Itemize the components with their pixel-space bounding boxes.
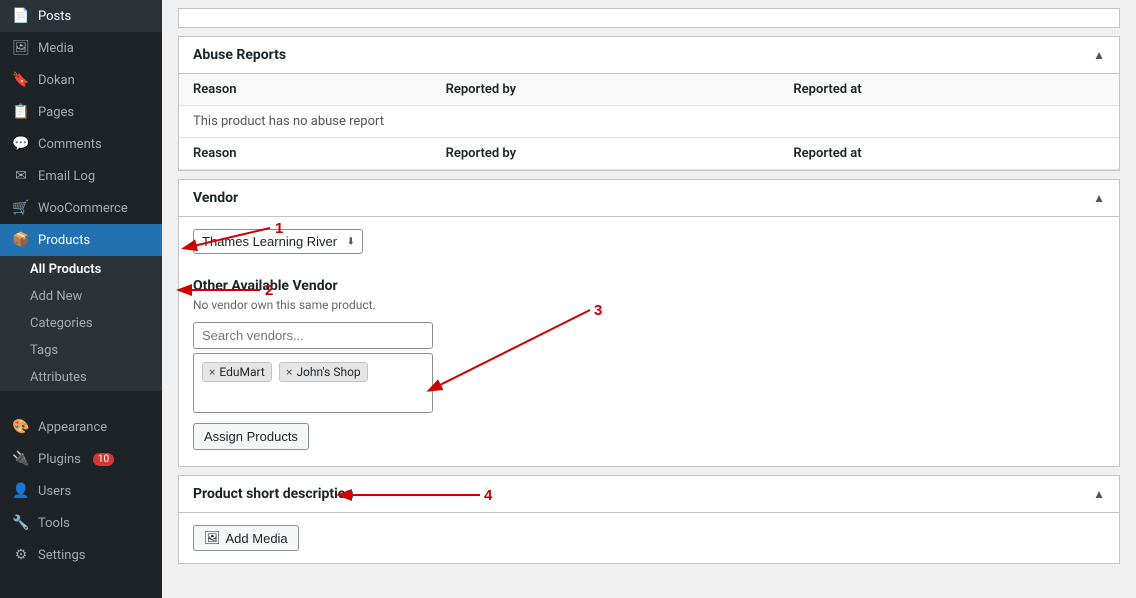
sidebar-item-posts[interactable]: 📄 Posts xyxy=(0,0,162,32)
tag-input-field[interactable] xyxy=(200,384,260,403)
other-vendor-subtext: No vendor own this same product. xyxy=(193,298,1105,312)
plugins-icon: 🔌 xyxy=(12,451,30,467)
sidebar-item-email-log[interactable]: ✉ Email Log xyxy=(0,160,162,192)
tag-edumart[interactable]: × EduMart xyxy=(202,362,272,382)
add-media-icon: 🖼 xyxy=(204,530,221,546)
abuse-col-reported-by-1: Reported by xyxy=(432,74,780,106)
dokan-icon: 🔖 xyxy=(12,72,30,88)
vendor-body: Thames Learning River EduMart John's Sho… xyxy=(179,217,1119,266)
main-content: Abuse Reports ▲ Reason Reported by Repor… xyxy=(162,0,1136,598)
woocommerce-icon: 🛒 xyxy=(12,200,30,216)
other-vendor-section: Other Available Vendor No vendor own thi… xyxy=(179,266,1119,466)
sidebar-label-pages: Pages xyxy=(38,105,74,120)
abuse-reports-panel: Abuse Reports ▲ Reason Reported by Repor… xyxy=(178,36,1120,171)
products-icon: 📦 xyxy=(12,232,30,248)
abuse-col-reason-1: Reason xyxy=(179,74,432,106)
sidebar-item-woocommerce[interactable]: 🛒 WooCommerce xyxy=(0,192,162,224)
tag-johns-shop-remove[interactable]: × xyxy=(286,365,292,379)
vendor-select[interactable]: Thames Learning River EduMart John's Sho… xyxy=(193,229,363,254)
media-icon: 🖼 xyxy=(12,40,30,56)
email-icon: ✉ xyxy=(12,168,30,184)
top-spacer-panel xyxy=(178,8,1120,28)
sidebar-label-email-log: Email Log xyxy=(38,169,95,184)
product-short-desc-header: Product short description ▲ xyxy=(179,476,1119,513)
sidebar-item-settings[interactable]: ⚙ Settings xyxy=(0,539,162,571)
sidebar-item-attributes[interactable]: Attributes xyxy=(0,364,162,391)
tag-johns-shop-label: John's Shop xyxy=(296,365,360,379)
sidebar-label-dokan: Dokan xyxy=(38,73,75,88)
sidebar-label-settings: Settings xyxy=(38,548,85,563)
sidebar-item-comments[interactable]: 💬 Comments xyxy=(0,128,162,160)
sidebar-label-media: Media xyxy=(38,41,74,56)
sidebar-label-add-new: Add New xyxy=(30,289,82,304)
sidebar-item-pages[interactable]: 📋 Pages xyxy=(0,96,162,128)
users-icon: 👤 xyxy=(12,483,30,499)
sidebar-item-all-products[interactable]: All Products xyxy=(0,256,162,283)
sidebar-label-comments: Comments xyxy=(38,137,102,152)
sidebar-label-tools: Tools xyxy=(38,516,70,531)
vendor-collapse[interactable]: ▲ xyxy=(1093,191,1105,205)
tools-icon: 🔧 xyxy=(12,515,30,531)
sidebar-item-users[interactable]: 👤 Users xyxy=(0,475,162,507)
no-report-text: This product has no abuse report xyxy=(179,106,1119,138)
pages-icon: 📋 xyxy=(12,104,30,120)
table-row-second-header: Reason Reported by Reported at xyxy=(179,138,1119,170)
sidebar-item-appearance[interactable]: 🎨 Appearance xyxy=(0,411,162,443)
sidebar-label-appearance: Appearance xyxy=(38,420,107,435)
sidebar-label-woocommerce: WooCommerce xyxy=(38,201,128,216)
search-vendors-input[interactable] xyxy=(193,322,433,349)
tag-johns-shop[interactable]: × John's Shop xyxy=(279,362,368,382)
product-short-desc-title: Product short description xyxy=(193,486,354,502)
sidebar-label-tags: Tags xyxy=(30,343,58,358)
plugins-badge: 10 xyxy=(93,453,114,466)
other-vendor-title: Other Available Vendor xyxy=(193,278,1105,294)
sidebar-item-tools[interactable]: 🔧 Tools xyxy=(0,507,162,539)
comments-icon: 💬 xyxy=(12,136,30,152)
vendor-header: Vendor ▲ xyxy=(179,180,1119,217)
vendor-title: Vendor xyxy=(193,190,238,206)
abuse-table: Reason Reported by Reported at This prod… xyxy=(179,74,1119,170)
sidebar-item-plugins[interactable]: 🔌 Plugins 10 xyxy=(0,443,162,475)
abuse-col-reported-by-2: Reported by xyxy=(432,138,780,170)
settings-icon: ⚙ xyxy=(12,547,30,563)
vendors-tags-box[interactable]: × EduMart × John's Shop xyxy=(193,353,433,413)
vendor-select-wrap: Thames Learning River EduMart John's Sho… xyxy=(193,229,363,254)
sidebar-item-media[interactable]: 🖼 Media xyxy=(0,32,162,64)
abuse-col-reason-2: Reason xyxy=(179,138,432,170)
add-media-button[interactable]: 🖼 Add Media xyxy=(193,525,299,551)
sidebar-label-attributes: Attributes xyxy=(30,370,87,385)
sidebar-label-posts: Posts xyxy=(38,9,71,24)
tag-edumart-label: EduMart xyxy=(219,365,264,379)
appearance-icon: 🎨 xyxy=(12,419,30,435)
assign-products-button[interactable]: Assign Products xyxy=(193,423,309,450)
abuse-reports-header: Abuse Reports ▲ xyxy=(179,37,1119,74)
vendor-panel: Vendor ▲ Thames Learning River EduMart J… xyxy=(178,179,1120,467)
abuse-col-reported-at-2: Reported at xyxy=(779,138,1119,170)
abuse-reports-title: Abuse Reports xyxy=(193,47,286,63)
abuse-col-reported-at-1: Reported at xyxy=(779,74,1119,106)
sidebar-label-all-products: All Products xyxy=(30,262,101,277)
abuse-reports-collapse[interactable]: ▲ xyxy=(1093,48,1105,62)
table-row-no-report: This product has no abuse report xyxy=(179,106,1119,138)
sidebar-label-products: Products xyxy=(38,233,90,248)
sidebar-item-add-new[interactable]: Add New xyxy=(0,283,162,310)
sidebar-item-tags[interactable]: Tags xyxy=(0,337,162,364)
sidebar-item-products[interactable]: 📦 Products xyxy=(0,224,162,256)
sidebar-label-plugins: Plugins xyxy=(38,452,81,467)
product-short-desc-collapse[interactable]: ▲ xyxy=(1093,487,1105,501)
sidebar-label-categories: Categories xyxy=(30,316,93,331)
add-media-label: Add Media xyxy=(226,531,288,546)
posts-icon: 📄 xyxy=(12,8,30,24)
product-short-desc-body: 🖼 Add Media xyxy=(179,513,1119,563)
sidebar-item-dokan[interactable]: 🔖 Dokan xyxy=(0,64,162,96)
sidebar-label-users: Users xyxy=(38,484,71,499)
product-short-desc-panel: Product short description ▲ 🖼 Add Media xyxy=(178,475,1120,564)
tag-edumart-remove[interactable]: × xyxy=(209,365,215,379)
sidebar: 📄 Posts 🖼 Media 🔖 Dokan 📋 Pages 💬 Commen… xyxy=(0,0,162,598)
sidebar-item-categories[interactable]: Categories xyxy=(0,310,162,337)
sidebar-submenu: All Products Add New Categories Tags Att… xyxy=(0,256,162,391)
